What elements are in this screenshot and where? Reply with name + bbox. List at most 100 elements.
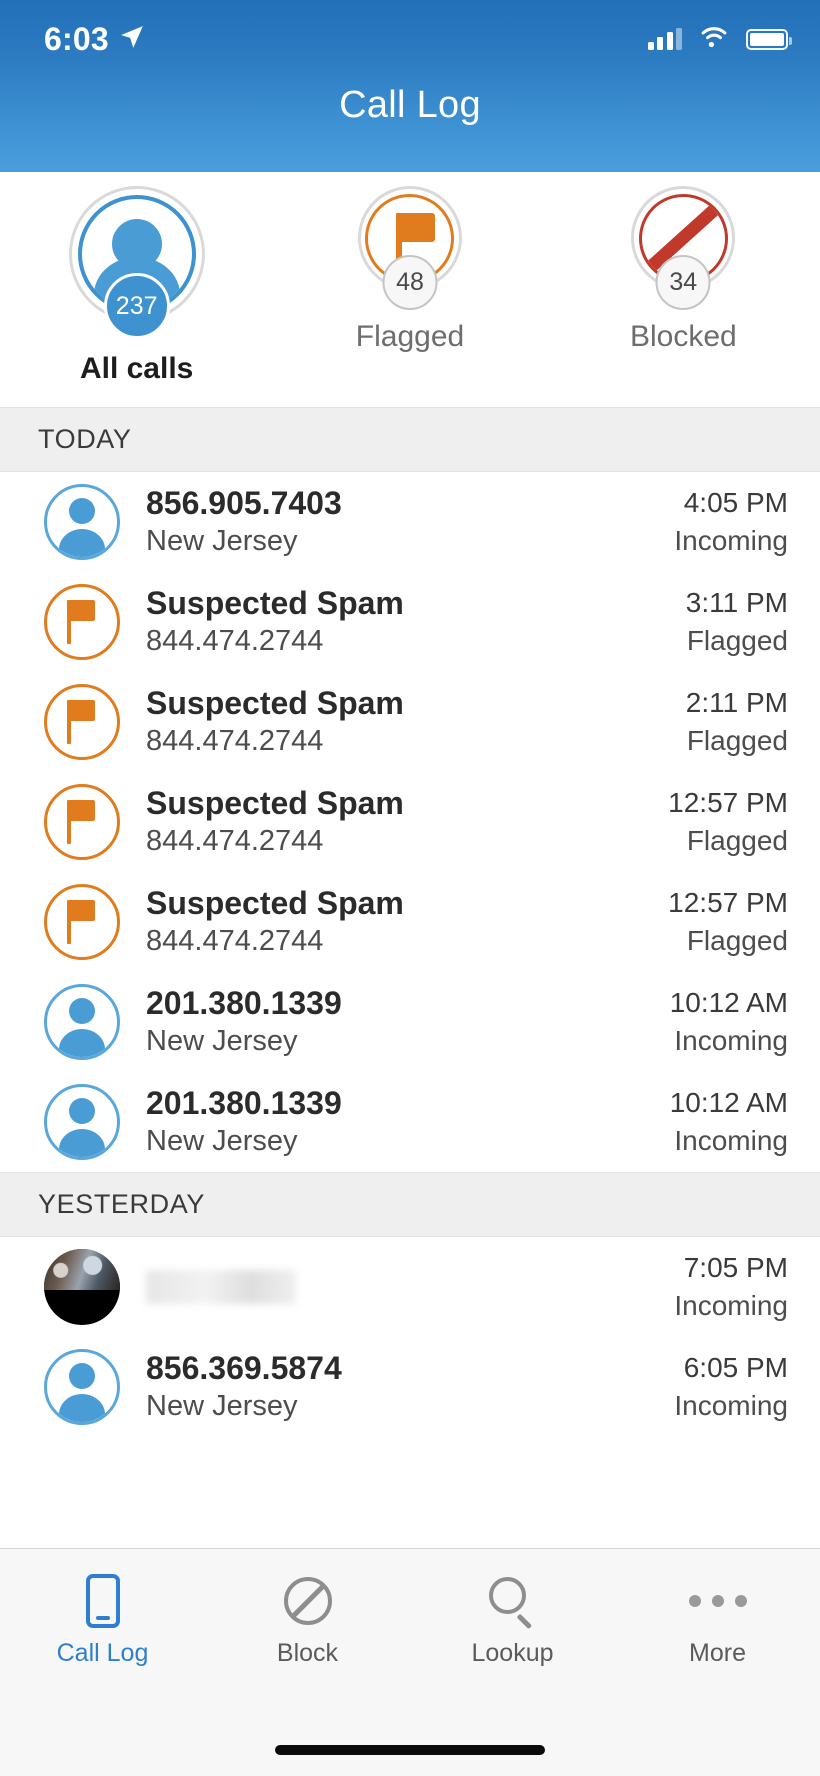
blocked-count-badge: 34 [655, 255, 711, 310]
call-log-row[interactable]: Suspected Spam 844.474.2744 12:57 PM Flagge… [0, 872, 820, 972]
summary-filter-all-calls[interactable]: 237 All calls [0, 186, 273, 407]
tab-call-log-label: Call Log [56, 1639, 149, 1667]
call-row-texts: 856.369.5874 New Jersey [146, 1350, 674, 1425]
avatar [44, 684, 120, 760]
call-row-texts: 856.905.7403 New Jersey [146, 485, 674, 560]
person-icon [44, 1084, 120, 1160]
call-row-meta: 12:57 PM Flagged [668, 786, 788, 858]
call-row-title: 201.380.1339 [146, 1084, 342, 1121]
tab-more[interactable]: More [615, 1573, 820, 1668]
call-log-row[interactable]: 201.380.1339 New Jersey 10:12 AM Incoming [0, 972, 820, 1072]
all-calls-label: All calls [79, 352, 194, 385]
call-row-subtitle: 844.474.2744 [146, 725, 324, 758]
location-arrow-icon [119, 24, 145, 55]
call-row-time: 2:11 PM [685, 687, 788, 719]
person-icon [44, 984, 120, 1060]
call-row-texts: Suspected Spam 844.474.2744 [146, 685, 686, 760]
call-row-status: Flagged [686, 824, 788, 856]
call-log-row[interactable]: 856.905.7403 New Jersey 4:05 PM Incoming [0, 472, 820, 572]
call-row-texts: Suspected Spam 844.474.2744 [146, 885, 668, 960]
call-row-meta: 7:05 PM Incoming [674, 1251, 788, 1323]
call-row-subtitle: 844.474.2744 [146, 625, 324, 658]
call-log-row[interactable]: 201.380.1339 New Jersey 10:12 AM Incoming [0, 1072, 820, 1172]
avatar [44, 984, 120, 1060]
call-row-time: 12:57 PM [668, 787, 788, 819]
call-row-meta: 3:11 PM Flagged [686, 586, 788, 658]
call-row-meta: 2:11 PM Flagged [686, 686, 788, 758]
call-row-status: Incoming [674, 524, 788, 556]
avatar [44, 1349, 120, 1425]
call-row-subtitle: 844.474.2744 [146, 925, 324, 958]
person-icon [44, 484, 120, 560]
call-row-status: Incoming [674, 1389, 788, 1421]
call-row-status: Incoming [674, 1124, 788, 1156]
call-row-status: Flagged [686, 724, 788, 756]
call-row-texts: Suspected Spam 844.474.2744 [146, 585, 686, 660]
call-row-meta: 6:05 PM Incoming [674, 1351, 788, 1423]
page-title: Call Log [339, 84, 481, 126]
avatar [44, 484, 120, 560]
status-clock: 6:03 [44, 20, 109, 57]
home-indicator-area [0, 1724, 820, 1776]
call-row-title: 856.369.5874 [146, 1349, 342, 1386]
call-row-meta: 12:57 PM Flagged [668, 886, 788, 958]
section-header: YESTERDAY [0, 1172, 820, 1237]
app-screen: 6:03 Call Log 237 All calls 48 Flagged 3… [0, 0, 820, 1776]
avatar [44, 1249, 120, 1325]
flag-icon [44, 684, 120, 760]
call-row-meta: 10:12 AM Incoming [670, 1086, 788, 1158]
call-row-status: Flagged [686, 624, 788, 656]
flagged-label: Flagged [355, 320, 465, 353]
section-header: TODAY [0, 407, 820, 472]
call-row-subtitle: New Jersey [146, 1125, 298, 1158]
call-row-time: 7:05 PM [683, 1252, 788, 1284]
call-row-title: Suspected Spam [146, 884, 404, 921]
call-log-list[interactable]: TODAY 856.905.7403 New Jersey 4:05 PM Incomi… [0, 407, 820, 1548]
avatar [44, 884, 120, 960]
call-log-row[interactable]: Suspected Spam 844.474.2744 2:11 PM Flagged [0, 672, 820, 772]
call-row-status: Incoming [674, 1024, 788, 1056]
flagged-count-badge: 48 [382, 255, 438, 310]
call-row-subtitle: New Jersey [146, 1390, 298, 1423]
call-row-subtitle: New Jersey [146, 525, 298, 558]
blocked-ring: 34 [631, 186, 736, 310]
person-icon [44, 1349, 120, 1425]
ellipsis-icon [688, 1573, 747, 1629]
tab-call-log[interactable]: Call Log [0, 1573, 205, 1668]
call-row-meta: 4:05 PM Incoming [674, 486, 788, 558]
call-row-title: Suspected Spam [146, 784, 404, 821]
flag-icon [44, 584, 120, 660]
cellular-signal-icon [647, 28, 682, 50]
tab-lookup-label: Lookup [471, 1639, 554, 1667]
phone-icon [85, 1573, 120, 1629]
call-row-status: Incoming [674, 1289, 788, 1321]
call-log-row[interactable]: Suspected Spam 844.474.2744 3:11 PM Flagged [0, 572, 820, 672]
call-row-meta: 10:12 AM Incoming [670, 986, 788, 1058]
call-row-time: 6:05 PM [683, 1352, 788, 1384]
all-calls-ring: 237 [68, 186, 205, 339]
tab-block-label: Block [276, 1639, 339, 1667]
call-row-texts: 201.380.1339 New Jersey [146, 1085, 670, 1160]
block-circle-slash-icon [283, 1573, 332, 1629]
call-row-time: 10:12 AM [669, 987, 788, 1019]
flag-icon [44, 884, 120, 960]
call-row-texts: Suspected Spam 844.474.2744 [146, 785, 668, 860]
call-row-title: 201.380.1339 [146, 984, 342, 1021]
call-row-title: Suspected Spam [146, 684, 404, 721]
summary-filter-flagged[interactable]: 48 Flagged [273, 186, 546, 407]
tab-block[interactable]: Block [205, 1573, 410, 1668]
tab-lookup[interactable]: Lookup [410, 1573, 615, 1668]
summary-filter-blocked[interactable]: 34 Blocked [547, 186, 820, 407]
call-log-row[interactable]: 7:05 PM Incoming [0, 1237, 820, 1337]
call-row-time: 10:12 AM [669, 1087, 788, 1119]
contact-photo-icon [44, 1249, 120, 1325]
home-indicator[interactable] [275, 1745, 545, 1755]
flag-icon [44, 784, 120, 860]
call-log-row[interactable]: 856.369.5874 New Jersey 6:05 PM Incoming [0, 1337, 820, 1437]
wifi-icon [699, 25, 729, 53]
avatar [44, 584, 120, 660]
call-row-time: 4:05 PM [683, 487, 788, 519]
battery-icon [746, 28, 792, 50]
call-log-row[interactable]: Suspected Spam 844.474.2744 12:57 PM Flagge… [0, 772, 820, 872]
summary-filters: 237 All calls 48 Flagged 34 Blocked [0, 172, 820, 407]
